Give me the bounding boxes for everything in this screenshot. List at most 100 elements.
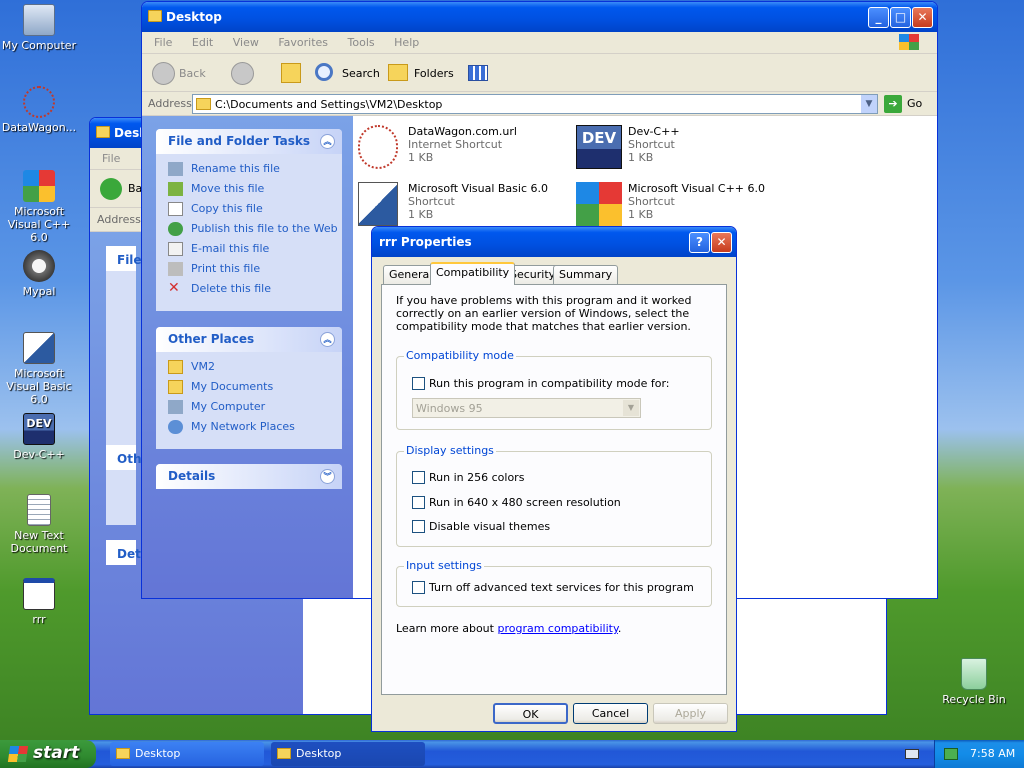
tab-summary[interactable]: Summary xyxy=(553,265,619,284)
turn-off-text-services-checkbox[interactable] xyxy=(412,581,425,594)
file-item[interactable]: Microsoft Visual Basic 6.0 Shortcut 1 KB xyxy=(358,180,568,232)
program-compatibility-link[interactable]: program compatibility xyxy=(497,622,617,635)
place-label: My Documents xyxy=(191,380,274,393)
disable-visual-themes-checkbox[interactable] xyxy=(412,520,425,533)
desktop-icon-rrr[interactable]: rrr xyxy=(0,578,78,626)
place-my-documents[interactable]: My Documents xyxy=(156,377,342,397)
task-move[interactable]: Move this file xyxy=(156,179,342,199)
up-folder-icon[interactable] xyxy=(281,63,301,83)
desktop-icon-recycle-bin[interactable]: Recycle Bin xyxy=(935,658,1013,706)
forward-arrow-icon[interactable] xyxy=(231,62,254,85)
menu-help[interactable]: Help xyxy=(394,36,419,49)
menu-view[interactable]: View xyxy=(233,36,259,49)
expand-chevron-icon[interactable]: ︾ xyxy=(320,469,335,484)
task-delete[interactable]: ✕ Delete this file xyxy=(156,279,342,299)
dialog-titlebar[interactable]: rrr Properties ? ✕ xyxy=(372,227,736,257)
checkbox-label[interactable]: Run in 640 x 480 screen resolution xyxy=(429,496,621,509)
go-button-label[interactable]: Go xyxy=(907,97,922,110)
run-256-colors-checkbox[interactable] xyxy=(412,471,425,484)
maximize-button[interactable]: □ xyxy=(890,7,911,28)
task-rename[interactable]: Rename this file xyxy=(156,159,342,179)
task-copy[interactable]: Copy this file xyxy=(156,199,342,219)
other-places-header[interactable]: Other Places ︽ xyxy=(156,327,342,352)
search-button-label[interactable]: Search xyxy=(342,67,380,80)
file-item[interactable]: Microsoft Visual C++ 6.0 Shortcut 1 KB xyxy=(576,180,786,232)
checkbox-label[interactable]: Run in 256 colors xyxy=(429,471,524,484)
network-icon xyxy=(168,420,183,434)
close-button[interactable]: ✕ xyxy=(711,232,732,253)
file-item[interactable]: DEV Dev-C++ Shortcut 1 KB xyxy=(576,123,786,175)
go-arrow-icon[interactable]: ➔ xyxy=(884,95,902,113)
file-item[interactable]: DataWagon.com.url Internet Shortcut 1 KB xyxy=(358,123,568,175)
cancel-button[interactable]: Cancel xyxy=(573,703,648,724)
back-arrow-icon[interactable] xyxy=(152,62,175,85)
text-document-icon xyxy=(27,494,51,526)
explorer-titlebar[interactable]: Desktop _ □ ✕ xyxy=(142,2,937,32)
details-header[interactable]: Details ︾ xyxy=(156,464,342,489)
chevron-down-icon: ▼ xyxy=(623,400,639,416)
taskbar-item-desktop-2[interactable]: Desktop xyxy=(271,742,425,766)
network-icon[interactable] xyxy=(944,748,958,760)
folders-button-label[interactable]: Folders xyxy=(414,67,454,80)
apply-button[interactable]: Apply xyxy=(653,703,728,724)
desktop-icon-my-computer[interactable]: My Computer xyxy=(0,4,78,52)
views-icon[interactable] xyxy=(468,65,488,81)
email-icon xyxy=(168,242,183,256)
task-publish[interactable]: Publish this file to the Web xyxy=(156,219,342,239)
collapse-chevron-icon[interactable]: ︽ xyxy=(320,332,335,347)
task-print[interactable]: Print this file xyxy=(156,259,342,279)
close-button[interactable]: ✕ xyxy=(912,7,933,28)
start-button[interactable]: start xyxy=(0,740,96,768)
search-icon[interactable] xyxy=(315,63,333,81)
compat-os-select[interactable]: Windows 95 ▼ xyxy=(412,398,641,418)
desktop-icon-mypal[interactable]: Mypal xyxy=(0,250,78,298)
folders-icon[interactable] xyxy=(388,64,408,81)
desktop-icon-visual-basic[interactable]: Microsoft Visual Basic 6.0 xyxy=(0,332,78,406)
compat-mode-checkbox[interactable] xyxy=(412,377,425,390)
keyboard-icon[interactable] xyxy=(905,749,919,759)
checkbox-label[interactable]: Turn off advanced text services for this… xyxy=(429,581,694,594)
back-button-label[interactable]: Back xyxy=(179,67,206,80)
file-tasks-header[interactable]: File and Folder Tasks ︽ xyxy=(156,129,342,154)
address-input[interactable]: C:\Documents and Settings\VM2\Desktop ▼ xyxy=(192,94,878,114)
desktop-icon-visual-cpp[interactable]: Microsoft Visual C++ 6.0 xyxy=(0,170,78,244)
place-vm2[interactable]: VM2 xyxy=(156,357,342,377)
back-panel-title[interactable]: Othe xyxy=(106,445,150,470)
run-640x480-checkbox[interactable] xyxy=(412,496,425,509)
desktop-icon-new-text-document[interactable]: New Text Document xyxy=(0,494,78,555)
minimize-button[interactable]: _ xyxy=(868,7,889,28)
explorer-toolbar: Back Search Folders xyxy=(142,54,937,92)
desktop-icon-datawagon[interactable]: DataWagon... xyxy=(0,86,78,134)
desktop-icon-devcpp[interactable]: DEV Dev-C++ xyxy=(0,413,78,461)
chevron-down-icon[interactable]: ▼ xyxy=(861,95,877,113)
task-email[interactable]: E-mail this file xyxy=(156,239,342,259)
desktop-icon-label: New Text Document xyxy=(10,529,68,555)
explorer-address-bar: Address C:\Documents and Settings\VM2\De… xyxy=(142,92,937,116)
menu-edit[interactable]: Edit xyxy=(192,36,213,49)
visual-basic-icon xyxy=(358,182,398,226)
desktop-icon-label: DataWagon... xyxy=(1,121,77,134)
back-arrow-icon[interactable] xyxy=(100,178,122,200)
back-panel-title[interactable]: Deta xyxy=(106,540,149,561)
taskbar-item-desktop-1[interactable]: Desktop xyxy=(110,742,264,766)
properties-dialog[interactable]: rrr Properties ? ✕ General Compatibility… xyxy=(371,226,737,732)
checkbox-label[interactable]: Run this program in compatibility mode f… xyxy=(429,377,670,390)
clock[interactable]: 7:58 AM xyxy=(970,747,1015,760)
file-size: 1 KB xyxy=(628,151,654,164)
place-my-network[interactable]: My Network Places xyxy=(156,417,342,437)
help-button[interactable]: ? xyxy=(689,232,710,253)
checkbox-label[interactable]: Disable visual themes xyxy=(429,520,550,533)
menu-file[interactable]: File xyxy=(102,152,120,165)
menu-favorites[interactable]: Favorites xyxy=(278,36,328,49)
back-panel-title[interactable]: File xyxy=(106,246,142,271)
raccoon-icon xyxy=(23,250,55,282)
menu-tools[interactable]: Tools xyxy=(348,36,375,49)
taskbar-item-label: Desktop xyxy=(296,747,342,760)
visual-basic-icon xyxy=(23,332,55,364)
collapse-chevron-icon[interactable]: ︽ xyxy=(320,134,335,149)
task-label: Move this file xyxy=(191,182,265,195)
tab-compatibility[interactable]: Compatibility xyxy=(430,262,516,285)
ok-button[interactable]: OK xyxy=(493,703,568,724)
menu-file[interactable]: File xyxy=(154,36,172,49)
place-my-computer[interactable]: My Computer xyxy=(156,397,342,417)
